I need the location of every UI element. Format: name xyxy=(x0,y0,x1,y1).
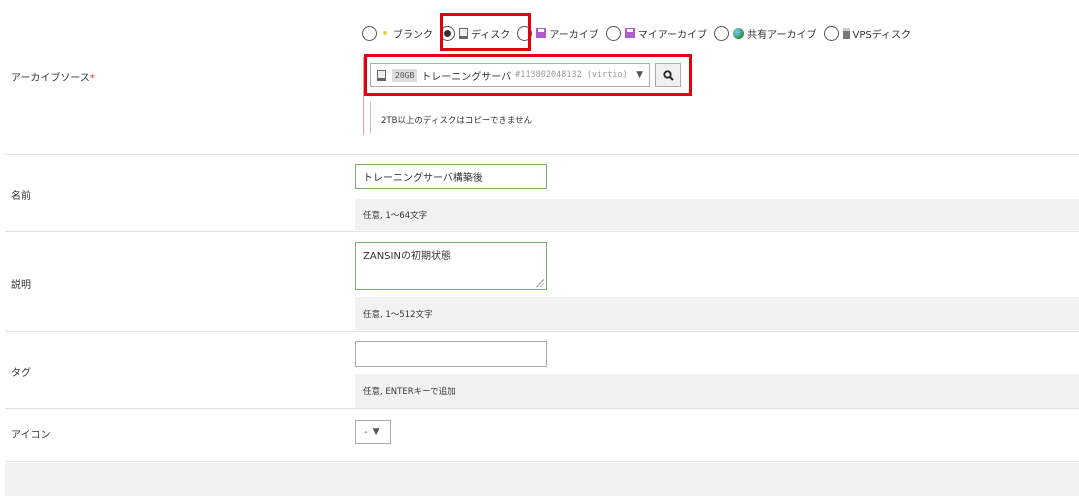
disk-option-highlight xyxy=(440,13,531,51)
radio-option-shared-archive[interactable]: 共有アーカイブ xyxy=(714,24,817,42)
disk-select-highlight xyxy=(364,54,692,96)
radio-label-my-archive: マイアーカイブ xyxy=(637,29,708,41)
tag-input[interactable] xyxy=(355,341,547,367)
name-label: 名前 xyxy=(11,191,31,202)
icon-select-value: - xyxy=(364,426,368,438)
copy-limit-note-text: 2TB以上のディスクはコピーできません xyxy=(381,116,533,126)
tag-help: 任意, ENTERキーで追加 xyxy=(355,374,1079,408)
required-mark: * xyxy=(89,73,95,84)
globe-icon xyxy=(733,27,745,39)
archive-source-label: アーカイブソース* xyxy=(11,69,95,84)
description-label: 説明 xyxy=(11,280,31,291)
name-help-text: 任意, 1〜64文字 xyxy=(363,210,428,221)
row-divider xyxy=(5,461,1079,462)
radio-blank[interactable] xyxy=(362,25,377,41)
tag-label: タグ xyxy=(11,368,31,379)
description-value: ZANSINの初期状態 xyxy=(363,251,451,262)
vps-disk-icon xyxy=(842,27,850,39)
radio-label-vps-disk: VPSディスク xyxy=(852,29,912,41)
icon-label: アイコン xyxy=(11,430,51,441)
description-textarea[interactable]: ZANSINの初期状態 xyxy=(355,242,547,290)
radio-option-vps-disk[interactable]: VPSディスク xyxy=(823,24,912,42)
form-footer xyxy=(5,463,1079,496)
radio-label-archive: アーカイブ xyxy=(549,29,599,41)
radio-option-blank[interactable]: ブランク xyxy=(362,24,433,42)
chevron-down-icon: ▼ xyxy=(372,427,380,437)
archive-source-label-text: アーカイブソース xyxy=(11,73,90,84)
row-divider xyxy=(5,331,1079,332)
archive-icon xyxy=(536,28,547,38)
resize-grip-icon[interactable] xyxy=(536,279,544,287)
name-input[interactable]: トレーニングサーバ構築後 xyxy=(355,164,547,189)
name-help: 任意, 1〜64文字 xyxy=(355,199,1079,230)
radio-label-shared-archive: 共有アーカイブ xyxy=(747,29,817,41)
radio-vps-disk[interactable] xyxy=(823,25,839,41)
description-help-text: 任意, 1〜512文字 xyxy=(363,309,433,320)
tag-help-text: 任意, ENTERキーで追加 xyxy=(363,387,456,397)
radio-shared-archive[interactable] xyxy=(714,25,730,41)
blank-icon xyxy=(383,31,387,35)
radio-my-archive[interactable] xyxy=(605,25,621,41)
radio-option-my-archive[interactable]: マイアーカイブ xyxy=(605,24,708,42)
row-divider xyxy=(5,154,1079,155)
description-help: 任意, 1〜512文字 xyxy=(355,297,1079,330)
archive-icon xyxy=(624,28,635,38)
row-divider xyxy=(5,408,1079,409)
radio-label-blank: ブランク xyxy=(393,29,433,41)
icon-select[interactable]: - ▼ xyxy=(355,420,391,444)
copy-limit-note: 2TB以上のディスクはコピーできません xyxy=(370,102,670,134)
row-divider xyxy=(5,231,1079,232)
